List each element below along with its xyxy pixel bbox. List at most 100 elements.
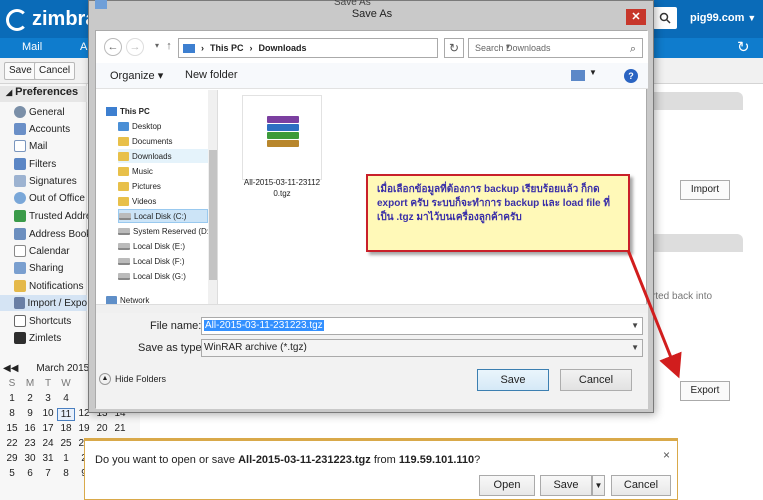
new-folder-button[interactable]: New folder xyxy=(185,69,238,81)
organize-button[interactable]: Organize ▾ xyxy=(110,69,163,82)
save-as-type-select[interactable]: WinRAR archive (*.tgz) ▼ xyxy=(201,339,643,357)
file-name-input[interactable]: All-2015-03-11-231223.tgz ▼ xyxy=(201,317,643,335)
search-icon: ⌕ xyxy=(629,43,636,55)
help-icon[interactable]: ? xyxy=(624,69,638,83)
tab-address-book[interactable]: A xyxy=(80,41,87,53)
annotation-callout: เมื่อเลือกข้อมูลที่ต้องการ backup เรียบร… xyxy=(366,174,630,252)
view-options-icon[interactable] xyxy=(571,70,585,81)
chevron-down-icon: ▼ xyxy=(747,13,757,23)
sidebar-item-notifications[interactable]: Notifications xyxy=(14,278,83,294)
music-folder-icon xyxy=(118,166,129,176)
save-button[interactable]: Save xyxy=(4,62,37,80)
tree-item-network[interactable]: Network xyxy=(106,293,149,304)
export-panel-header xyxy=(648,234,743,252)
search-input[interactable]: Search Downloads ⌕ xyxy=(468,38,643,58)
cancel-button[interactable]: Cancel xyxy=(34,62,76,80)
hide-folders-toggle[interactable]: ▲ Hide Folders xyxy=(99,373,166,385)
file-name-label: File name: xyxy=(150,320,202,332)
breadcrumb-this-pc[interactable]: This PC xyxy=(210,43,244,53)
refresh-icon[interactable]: ↻ xyxy=(737,38,750,56)
chevron-down-icon[interactable]: ▼ xyxy=(631,340,639,356)
calendar-week: 1234 xyxy=(9,393,69,404)
back-icon[interactable]: ← xyxy=(104,38,122,56)
open-button[interactable]: Open xyxy=(479,475,535,496)
sidebar-item-address-book[interactable]: Address Book xyxy=(14,226,91,242)
user-menu[interactable]: pig99.com ▼ xyxy=(690,12,756,24)
prefs-header[interactable]: ◢ Preferences xyxy=(0,86,87,102)
pictures-folder-icon xyxy=(118,181,129,191)
export-button[interactable]: Export xyxy=(680,381,730,401)
import-description-fragment: rted back into xyxy=(652,291,713,302)
tree-item-documents[interactable]: Documents xyxy=(118,134,172,148)
import-button[interactable]: Import xyxy=(680,180,730,200)
tab-mail[interactable]: Mail xyxy=(22,41,42,53)
bell-icon xyxy=(14,280,26,292)
chevron-up-icon: ▲ xyxy=(99,373,111,385)
tree-item-system-reserved-d[interactable]: System Reserved (D:) xyxy=(118,224,212,238)
address-bar[interactable]: › This PC › Downloads ▾ xyxy=(178,38,510,58)
refresh-icon[interactable]: ↻ xyxy=(444,38,464,58)
close-icon[interactable]: ✕ xyxy=(626,9,646,25)
tree-item-pictures[interactable]: Pictures xyxy=(118,179,161,193)
sidebar-item-import-export[interactable]: Import / Expo xyxy=(0,295,87,311)
chevron-down-icon[interactable]: ▼ xyxy=(631,318,639,334)
tree-item-this-pc[interactable]: This PC xyxy=(106,104,150,118)
save-as-type-label: Save as type: xyxy=(138,342,205,354)
sidebar-item-accounts[interactable]: Accounts xyxy=(14,121,70,137)
chevron-right-icon: › xyxy=(201,43,204,53)
tree-item-music[interactable]: Music xyxy=(118,164,153,178)
cancel-button[interactable]: Cancel xyxy=(560,369,632,391)
download-notification-bar: Do you want to open or save All-2015-03-… xyxy=(84,438,678,500)
close-icon[interactable]: × xyxy=(663,448,670,462)
drive-icon xyxy=(118,242,130,250)
sidebar-item-signatures[interactable]: Signatures xyxy=(14,173,77,189)
navigation-bar: ← → ▾ ↑ › This PC › Downloads ▾ ↻ Search… xyxy=(96,31,648,63)
tree-item-videos[interactable]: Videos xyxy=(118,194,156,208)
prev-month-icon[interactable]: ◀◀ xyxy=(3,363,18,374)
sidebar-item-sharing[interactable]: Sharing xyxy=(14,260,63,276)
sharing-icon xyxy=(14,262,26,274)
tree-item-desktop[interactable]: Desktop xyxy=(118,119,161,133)
sidebar-item-shortcuts[interactable]: Shortcuts xyxy=(14,313,71,329)
tree-item-local-disk-c[interactable]: Local Disk (C:) xyxy=(118,209,208,223)
sidebar-item-mail[interactable]: Mail xyxy=(14,138,47,154)
horizontal-scrollbar[interactable] xyxy=(96,305,648,313)
save-button[interactable]: Save xyxy=(477,369,549,391)
desktop-icon xyxy=(118,121,129,131)
search-icon[interactable] xyxy=(653,7,677,29)
computer-icon xyxy=(183,43,195,53)
file-item[interactable] xyxy=(242,95,322,180)
tree-item-local-disk-g[interactable]: Local Disk (G:) xyxy=(118,269,186,283)
breadcrumb-downloads[interactable]: Downloads xyxy=(259,43,307,53)
dialog-title: Save As xyxy=(351,8,393,20)
download-cancel-button[interactable]: Cancel xyxy=(611,475,671,496)
sidebar-item-calendar[interactable]: Calendar xyxy=(14,243,70,259)
forward-icon[interactable]: → xyxy=(126,38,144,56)
download-save-button[interactable]: Save xyxy=(540,475,592,496)
tree-item-local-disk-f[interactable]: Local Disk (F:) xyxy=(118,254,185,268)
zimbra-logo[interactable]: zimbra xyxy=(6,8,96,31)
tree-item-local-disk-e[interactable]: Local Disk (E:) xyxy=(118,239,185,253)
folder-icon xyxy=(118,136,129,146)
save-options-area: File name: All-2015-03-11-231223.tgz ▼ S… xyxy=(96,304,648,409)
save-options-chevron-icon[interactable]: ▼ xyxy=(592,475,605,496)
chevron-down-icon[interactable]: ▼ xyxy=(589,68,597,77)
sidebar-item-trusted-addresses[interactable]: Trusted Addre xyxy=(14,208,91,224)
network-icon xyxy=(106,295,117,304)
tree-item-downloads[interactable]: Downloads xyxy=(118,149,208,163)
filter-icon xyxy=(14,158,26,170)
scrollbar-thumb[interactable] xyxy=(209,150,217,280)
up-icon[interactable]: ↑ xyxy=(160,38,178,56)
sidebar-item-general[interactable]: General xyxy=(14,104,65,120)
gear-icon xyxy=(14,106,26,118)
tree-scrollbar[interactable] xyxy=(208,90,217,304)
sidebar-item-out-of-office[interactable]: Out of Office xyxy=(14,190,85,206)
calendar-today[interactable]: 11 xyxy=(57,408,75,421)
mail-icon xyxy=(14,140,26,152)
winrar-archive-icon xyxy=(267,116,299,147)
sidebar-item-zimlets[interactable]: Zimlets xyxy=(14,330,61,346)
sidebar-item-filters[interactable]: Filters xyxy=(14,156,56,172)
drive-icon xyxy=(118,257,130,265)
drive-icon xyxy=(118,272,130,280)
videos-folder-icon xyxy=(118,196,129,206)
